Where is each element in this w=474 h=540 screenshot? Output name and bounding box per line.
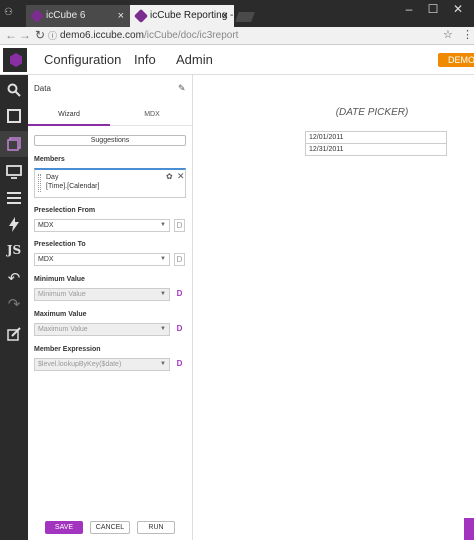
menu-admin[interactable]: Admin [176, 52, 213, 67]
select-placeholder: Minimum Value [38, 291, 86, 298]
report-canvas: (DATE PICKER) 12/01/2011 12/31/2011 [194, 75, 474, 540]
save-button[interactable]: SAVE [45, 521, 83, 534]
close-icon[interactable]: ✕ [177, 171, 185, 182]
tab-title: icCube 6 [46, 10, 86, 21]
iccube-favicon-icon [29, 8, 45, 24]
menu-configuration[interactable]: Configuration [44, 52, 121, 67]
select-value: MDX [38, 222, 54, 229]
member-hierarchy: [Time].[Calendar] [46, 183, 100, 190]
field-label: Preselection To [34, 241, 86, 248]
default-toggle[interactable]: D [174, 323, 185, 336]
select-placeholder: Maximum Value [38, 326, 88, 333]
suggestions-button[interactable]: Suggestions [34, 135, 186, 146]
browser-tab-reporting[interactable]: icCube Reporting - mak × [130, 5, 234, 27]
panel-title: Data [34, 84, 51, 93]
default-toggle[interactable]: D [174, 288, 185, 301]
url-field[interactable]: demo6.iccube.com/icCube/doc/ic3report [60, 28, 238, 44]
js-icon[interactable]: JS [0, 237, 28, 263]
chevron-down-icon: ▼ [160, 361, 166, 367]
drag-handle-icon[interactable] [38, 174, 41, 192]
menu-info[interactable]: Info [134, 52, 156, 67]
member-level: Day [46, 174, 59, 181]
field-label: Minimum Value [34, 276, 85, 283]
monitor-icon[interactable] [0, 159, 28, 185]
demo-button[interactable]: DEMO [438, 53, 474, 67]
forward-icon[interactable]: → [19, 28, 31, 42]
tool-sidebar: JS ↶ ↷ [0, 75, 28, 540]
chevron-down-icon: ▼ [160, 291, 166, 297]
members-dropzone[interactable]: Day [Time].[Calendar] ✿ ✕ [34, 168, 186, 198]
default-toggle[interactable]: D [174, 253, 185, 266]
address-bar: ← → ↻ ⓘ demo6.iccube.com/icCube/doc/ic3r… [0, 27, 474, 45]
cancel-button[interactable]: CANCEL [90, 521, 130, 534]
member-expression-select[interactable]: $level.lookupByKey($date) ▼ [34, 358, 170, 371]
back-icon[interactable]: ← [5, 28, 17, 42]
bolt-icon[interactable] [0, 211, 28, 237]
logo-gem-icon [10, 53, 22, 67]
close-tab-icon[interactable]: × [118, 5, 124, 27]
chevron-down-icon: ▼ [160, 222, 166, 228]
date-to-input[interactable]: 12/31/2011 [305, 143, 447, 156]
cube-icon[interactable] [0, 131, 28, 157]
default-toggle[interactable]: D [174, 358, 185, 371]
select-value: MDX [38, 256, 54, 263]
calendar-tool-icon[interactable] [464, 518, 474, 540]
chevron-down-icon: ▼ [160, 326, 166, 332]
preselection-to-select[interactable]: MDX ▼ [34, 253, 170, 266]
url-host: demo6.iccube.com [60, 30, 144, 41]
url-path: /icCube/doc/ic3report [143, 30, 239, 41]
field-label: Maximum Value [34, 311, 87, 318]
bookmark-star-icon[interactable]: ☆ [443, 28, 453, 41]
members-label: Members [34, 156, 65, 163]
date-picker-title: (DATE PICKER) [335, 107, 409, 118]
iccube-logo[interactable] [3, 48, 27, 72]
minimum-value-select[interactable]: Minimum Value ▼ [34, 288, 170, 301]
field-label: Member Expression [34, 346, 101, 353]
preselection-from-select[interactable]: MDX ▼ [34, 219, 170, 232]
window-close-icon[interactable]: ✕ [447, 2, 469, 16]
undo-icon[interactable]: ↶ [0, 265, 28, 291]
search-icon[interactable] [0, 77, 28, 103]
app-header: Configuration Info Admin DEMO [0, 45, 474, 75]
browser-tab-iccube[interactable]: icCube 6 × [26, 5, 130, 27]
layout-square-icon[interactable] [0, 103, 28, 129]
panel-tabs: Wizard MDX [28, 104, 193, 126]
maximum-value-select[interactable]: Maximum Value ▼ [34, 323, 170, 336]
close-tab-icon[interactable]: × [222, 5, 228, 27]
edit-icon[interactable] [0, 321, 28, 347]
redo-icon: ↷ [7, 296, 21, 313]
edit-pencil-icon[interactable]: ✎ [178, 83, 186, 94]
run-button[interactable]: RUN [137, 521, 175, 534]
new-tab-button[interactable] [235, 12, 255, 22]
browser-menu-icon[interactable]: ⚇ [4, 7, 13, 18]
chevron-down-icon: ▼ [160, 256, 166, 262]
browser-tab-bar: ⚇ icCube 6 × icCube Reporting - mak × – … [0, 0, 474, 27]
tab-mdx[interactable]: MDX [111, 104, 193, 126]
data-editor-panel: Data ✎ Wizard MDX Suggestions Members Da… [28, 75, 193, 540]
reload-icon[interactable]: ↻ [35, 28, 45, 42]
select-value: $level.lookupByKey($date) [38, 361, 122, 368]
iccube-favicon-icon [133, 8, 149, 24]
field-label: Preselection From [34, 207, 96, 214]
default-toggle[interactable]: D [174, 219, 185, 232]
gear-icon[interactable]: ✿ [166, 172, 173, 181]
menu-icon[interactable] [0, 185, 28, 211]
minimize-icon[interactable]: – [398, 2, 420, 16]
tab-wizard[interactable]: Wizard [28, 104, 110, 126]
info-icon[interactable]: ⓘ [48, 29, 57, 42]
maximize-icon[interactable]: ☐ [422, 2, 444, 16]
browser-more-icon[interactable]: ⋮ [462, 28, 473, 41]
